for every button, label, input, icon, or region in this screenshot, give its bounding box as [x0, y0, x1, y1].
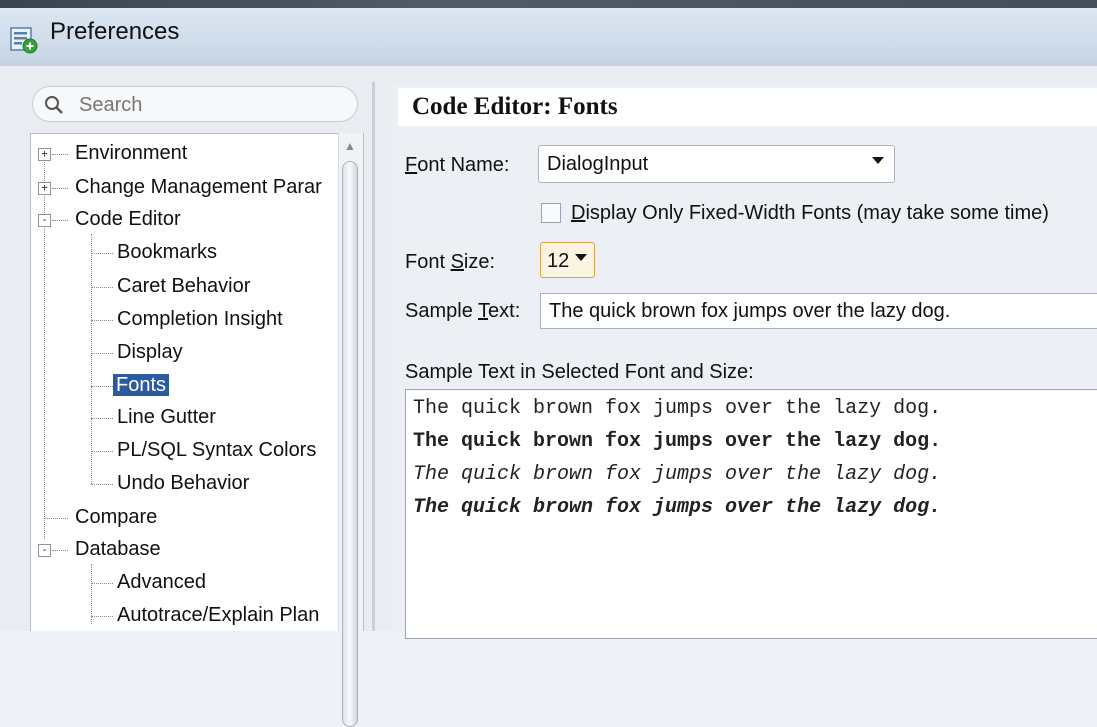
- font-size-value: 12: [547, 250, 570, 272]
- tree-item-label: Compare: [75, 506, 158, 528]
- tree-connector: [91, 353, 113, 354]
- tree-item-code-editor[interactable]: Code Editor: [75, 206, 181, 232]
- tree-item-label: PL/SQL Syntax Colors: [117, 439, 317, 461]
- tree-connector: [91, 320, 113, 321]
- search-input[interactable]: [77, 91, 351, 119]
- font-name-value: DialogInput: [547, 153, 649, 175]
- tree-item-label: Display: [117, 341, 183, 363]
- search-box[interactable]: [32, 86, 358, 122]
- window-title: Preferences: [50, 18, 180, 45]
- font-name-select[interactable]: DialogInput: [538, 145, 895, 183]
- tree-item-label: Line Gutter: [117, 406, 216, 428]
- font-name-label: Font Name:: [405, 154, 510, 176]
- tree-item-fonts[interactable]: Fonts: [113, 372, 170, 398]
- tree-item-label: Code Editor: [75, 208, 181, 230]
- tree-item-label: Advanced: [117, 571, 206, 593]
- chevron-down-icon: [575, 254, 587, 261]
- font-size-label: Font Size:: [405, 251, 496, 273]
- collapse-icon[interactable]: -: [38, 214, 51, 227]
- tree-item-label: Environment: [75, 142, 188, 164]
- scroll-up-arrow-icon[interactable]: ▲: [344, 139, 356, 153]
- scrollbar-thumb[interactable]: [342, 161, 358, 727]
- preview-line-italic: The quick brown fox jumps over the lazy …: [413, 463, 942, 486]
- window-top-edge: [0, 0, 1097, 8]
- tree-connector: [44, 224, 45, 539]
- tree-connector: [91, 451, 113, 452]
- tree-item-line-gutter[interactable]: Line Gutter: [117, 404, 216, 430]
- tree-item-undo-behavior[interactable]: Undo Behavior: [117, 470, 249, 496]
- tree-item-compare[interactable]: Compare: [75, 504, 157, 530]
- tree-item-label: Fonts: [113, 374, 170, 396]
- tree-connector: [44, 518, 68, 519]
- preview-line-bold: The quick brown fox jumps over the lazy …: [413, 430, 942, 453]
- sample-text-input[interactable]: [540, 293, 1097, 329]
- tree-item-caret-behavior[interactable]: Caret Behavior: [117, 273, 250, 299]
- tree-item-label: Completion Insight: [117, 308, 283, 330]
- sample-text-label: Sample Text:: [405, 300, 521, 322]
- tree-item-completion-insight[interactable]: Completion Insight: [117, 306, 283, 332]
- tree-item-database[interactable]: Database: [75, 536, 161, 562]
- tree-connector: [91, 418, 113, 419]
- tree-item-change-management[interactable]: Change Management Parar: [75, 174, 322, 200]
- expand-icon[interactable]: +: [38, 148, 51, 161]
- tree-connector: [91, 583, 113, 584]
- tree-item-environment[interactable]: Environment: [75, 140, 187, 166]
- tree-item-label: Database: [75, 538, 161, 560]
- tree-connector: [91, 616, 113, 617]
- preferences-app-icon: [10, 27, 38, 54]
- tree-item-bookmarks[interactable]: Bookmarks: [117, 239, 217, 265]
- tree-item-label: Bookmarks: [117, 241, 218, 263]
- font-preview-area: The quick brown fox jumps over the lazy …: [405, 389, 1097, 639]
- expand-icon[interactable]: +: [38, 182, 51, 195]
- tree-connector: [91, 564, 92, 624]
- tree-connector: [91, 484, 113, 485]
- tree-connector: [91, 234, 92, 484]
- preview-label: Sample Text in Selected Font and Size:: [405, 361, 754, 383]
- tree-item-display[interactable]: Display: [117, 339, 183, 365]
- tree-item-label: Change Management Parar: [75, 176, 322, 198]
- fixed-width-fonts-checkbox[interactable]: [541, 203, 561, 223]
- collapse-icon[interactable]: -: [38, 544, 51, 557]
- tree-item-autotrace-explain-plan[interactable]: Autotrace/Explain Plan: [117, 602, 319, 628]
- tree-connector: [91, 386, 113, 387]
- tree-item-plsql-syntax-colors[interactable]: PL/SQL Syntax Colors: [117, 437, 316, 463]
- search-icon: [45, 96, 63, 114]
- tree-item-label: Undo Behavior: [117, 472, 250, 494]
- tree-connector: [91, 287, 113, 288]
- tree-item-label: Caret Behavior: [117, 275, 251, 297]
- tree-connector: [91, 253, 113, 254]
- tree-connector: [52, 220, 68, 221]
- fixed-width-fonts-label[interactable]: Display Only Fixed-Width Fonts (may take…: [571, 201, 1049, 225]
- panel-splitter[interactable]: [372, 82, 375, 631]
- chevron-down-icon: [872, 157, 884, 164]
- tree-scrollbar[interactable]: ▲: [338, 133, 363, 727]
- tree-item-advanced[interactable]: Advanced: [117, 569, 206, 595]
- tree-item-label: Autotrace/Explain Plan: [117, 604, 320, 626]
- tree-connector: [52, 550, 68, 551]
- tree-connector: [52, 188, 68, 189]
- font-size-select[interactable]: 12: [540, 242, 595, 278]
- preview-line-bold-italic: The quick brown fox jumps over the lazy …: [413, 496, 942, 519]
- preferences-tree[interactable]: + Environment + Change Management Parar …: [30, 133, 364, 631]
- preview-line-plain: The quick brown fox jumps over the lazy …: [413, 397, 942, 420]
- page-title: Code Editor: Fonts: [412, 93, 618, 120]
- tree-connector: [52, 154, 68, 155]
